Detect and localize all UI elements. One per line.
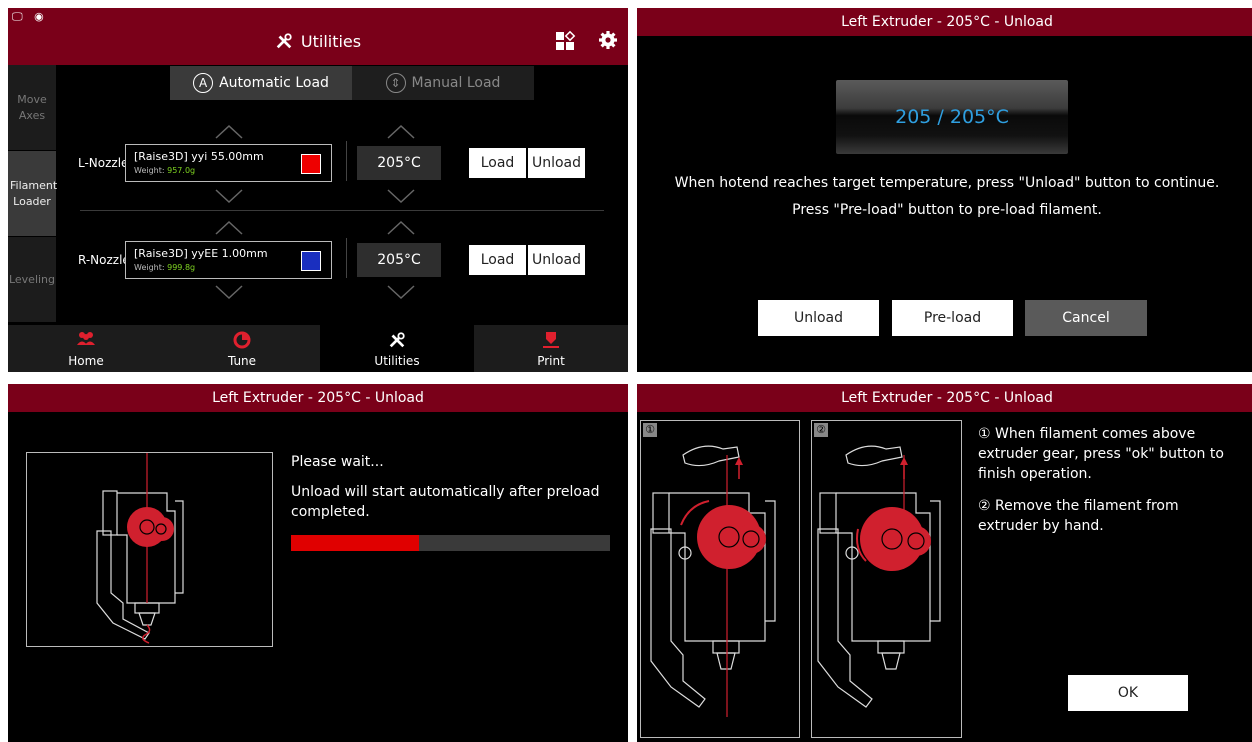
sidebar-item-label: Filament Loader [10, 179, 58, 208]
weight-label: Weight: [134, 263, 165, 272]
divider [346, 238, 347, 278]
filament-prev-chevron-up-icon[interactable] [214, 220, 244, 236]
system-status-icons: 🖵 ◉ [12, 10, 48, 24]
nav-tune[interactable]: Tune [164, 325, 320, 372]
temp-up-chevron-icon[interactable] [386, 124, 416, 140]
r-load-button[interactable]: Load [469, 245, 526, 275]
filament-name: [Raise3D] yyEE 1.00mm [134, 247, 268, 260]
tab-label: Automatic Load [219, 75, 329, 91]
tab-manual-load[interactable]: ⇕ Manual Load [352, 66, 534, 100]
utilities-screen: 🖵 ◉ Utilities Move Axes Filament Loader [8, 8, 628, 372]
r-filament-selector[interactable]: [Raise3D] yyEE 1.00mm Weight: 999.8g [125, 241, 332, 279]
extruder-illustration [26, 452, 273, 647]
sidebar: Move Axes Filament Loader Leveling [8, 65, 58, 323]
sidebar-item-label: Move Axes [17, 93, 47, 122]
r-unload-button[interactable]: Unload [528, 245, 585, 275]
step-2-text-line-2: extruder by hand. [978, 518, 1104, 534]
instruction-line-1: When hotend reaches target temperature, … [674, 175, 1220, 191]
nav-label: Home [68, 354, 104, 368]
sidebar-item-move-axes[interactable]: Move Axes [8, 65, 56, 151]
cancel-button[interactable]: Cancel [1025, 300, 1147, 336]
automatic-icon: A [193, 73, 214, 93]
weight-label: Weight: [134, 166, 165, 175]
layout-switch-button[interactable] [554, 30, 578, 54]
step-1-text-line-1: ① When filament comes above [978, 426, 1196, 442]
l-unload-button[interactable]: Unload [528, 148, 585, 178]
dialog-title: Left Extruder - 205°C - Unload [8, 384, 628, 412]
temperature-display: 205 / 205°C [836, 80, 1068, 154]
filament-color-swatch [301, 154, 321, 174]
unload-heating-dialog: Left Extruder - 205°C - Unload 205 / 205… [637, 8, 1252, 372]
gear-icon [599, 31, 617, 49]
extruder-gear-icon [96, 453, 184, 644]
sidebar-item-leveling[interactable]: Leveling [8, 237, 56, 323]
home-people-icon [77, 332, 95, 345]
info-text-line-1: Unload will start automatically after pr… [291, 484, 600, 500]
r-nozzle-label: R-Nozzle [78, 253, 130, 267]
monitor-icon: 🖵 [12, 10, 27, 23]
status-text: Please wait... [291, 454, 384, 470]
filament-name: [Raise3D] yyi 55.00mm [134, 150, 264, 163]
grid-toggle-icon [556, 30, 576, 50]
header-bar: 🖵 ◉ Utilities [8, 8, 628, 65]
filament-weight: Weight: 957.0g [134, 166, 195, 175]
tools-icon [389, 332, 405, 348]
progress-fill [291, 535, 419, 551]
nozzle-divider [80, 210, 604, 211]
r-temperature-value[interactable]: 205°C [357, 243, 441, 277]
nav-label: Tune [227, 354, 257, 368]
l-filament-selector[interactable]: [Raise3D] yyi 55.00mm Weight: 957.0g [125, 144, 332, 182]
title-text: Utilities [300, 32, 362, 51]
tune-dial-icon [233, 331, 251, 349]
print-nozzle-icon [543, 332, 559, 348]
unload-instructions-dialog: Left Extruder - 205°C - Unload ① ② ① Whe… [637, 384, 1252, 742]
step-number: ② [814, 423, 828, 437]
unload-button[interactable]: Unload [758, 300, 879, 336]
weight-value: 999.8g [167, 263, 196, 272]
sidebar-item-label: Leveling [8, 272, 56, 286]
temp-down-chevron-icon[interactable] [386, 284, 416, 300]
step-2-text-line-1: ② Remove the filament from [978, 498, 1179, 514]
nav-label: Print [537, 354, 565, 368]
nav-home[interactable]: Home [8, 325, 164, 372]
l-temperature-value[interactable]: 205°C [357, 146, 441, 180]
filament-color-swatch [301, 251, 321, 271]
unload-progress-dialog: Left Extruder - 205°C - Unload Please wa… [8, 384, 628, 742]
dialog-title: Left Extruder - 205°C - Unload [637, 8, 1252, 36]
page-title: Utilities [8, 32, 628, 51]
temp-down-chevron-icon[interactable] [386, 188, 416, 204]
temp-up-chevron-icon[interactable] [386, 220, 416, 236]
sidebar-item-filament-loader[interactable]: Filament Loader [8, 151, 58, 237]
step-2-illustration: ② [811, 420, 962, 738]
nav-label: Utilities [374, 354, 420, 368]
step-1-illustration: ① [640, 420, 800, 738]
dialog-title: Left Extruder - 205°C - Unload [637, 384, 1252, 412]
filament-next-chevron-down-icon[interactable] [214, 284, 244, 300]
weight-value: 957.0g [167, 166, 196, 175]
settings-button[interactable] [598, 30, 622, 54]
extruder-gear-icon [650, 445, 776, 717]
step-number: ① [643, 423, 657, 437]
ok-button[interactable]: OK [1068, 675, 1188, 711]
filament-prev-chevron-up-icon[interactable] [214, 124, 244, 140]
instruction-line-2: Press "Pre-load" button to pre-load fila… [792, 202, 1102, 218]
preload-progress-bar [291, 535, 610, 551]
nav-utilities[interactable]: Utilities [320, 325, 474, 372]
extruder-gear-icon [817, 445, 941, 708]
step-1-text-line-3: finish operation. [978, 466, 1092, 482]
tab-label: Manual Load [411, 75, 501, 91]
filament-weight: Weight: 999.8g [134, 263, 195, 272]
nav-print[interactable]: Print [474, 325, 628, 372]
filament-next-chevron-down-icon[interactable] [214, 188, 244, 204]
tab-automatic-load[interactable]: A Automatic Load [170, 66, 352, 100]
camera-icon: ◉ [34, 10, 48, 23]
preload-button[interactable]: Pre-load [892, 300, 1013, 336]
manual-icon: ⇕ [385, 73, 406, 93]
tools-icon [276, 33, 292, 49]
l-load-button[interactable]: Load [469, 148, 526, 178]
divider [346, 141, 347, 181]
l-nozzle-label: L-Nozzle [78, 156, 129, 170]
step-1-text-line-2: extruder gear, press "ok" button to [978, 446, 1224, 462]
info-text-line-2: completed. [291, 504, 370, 520]
